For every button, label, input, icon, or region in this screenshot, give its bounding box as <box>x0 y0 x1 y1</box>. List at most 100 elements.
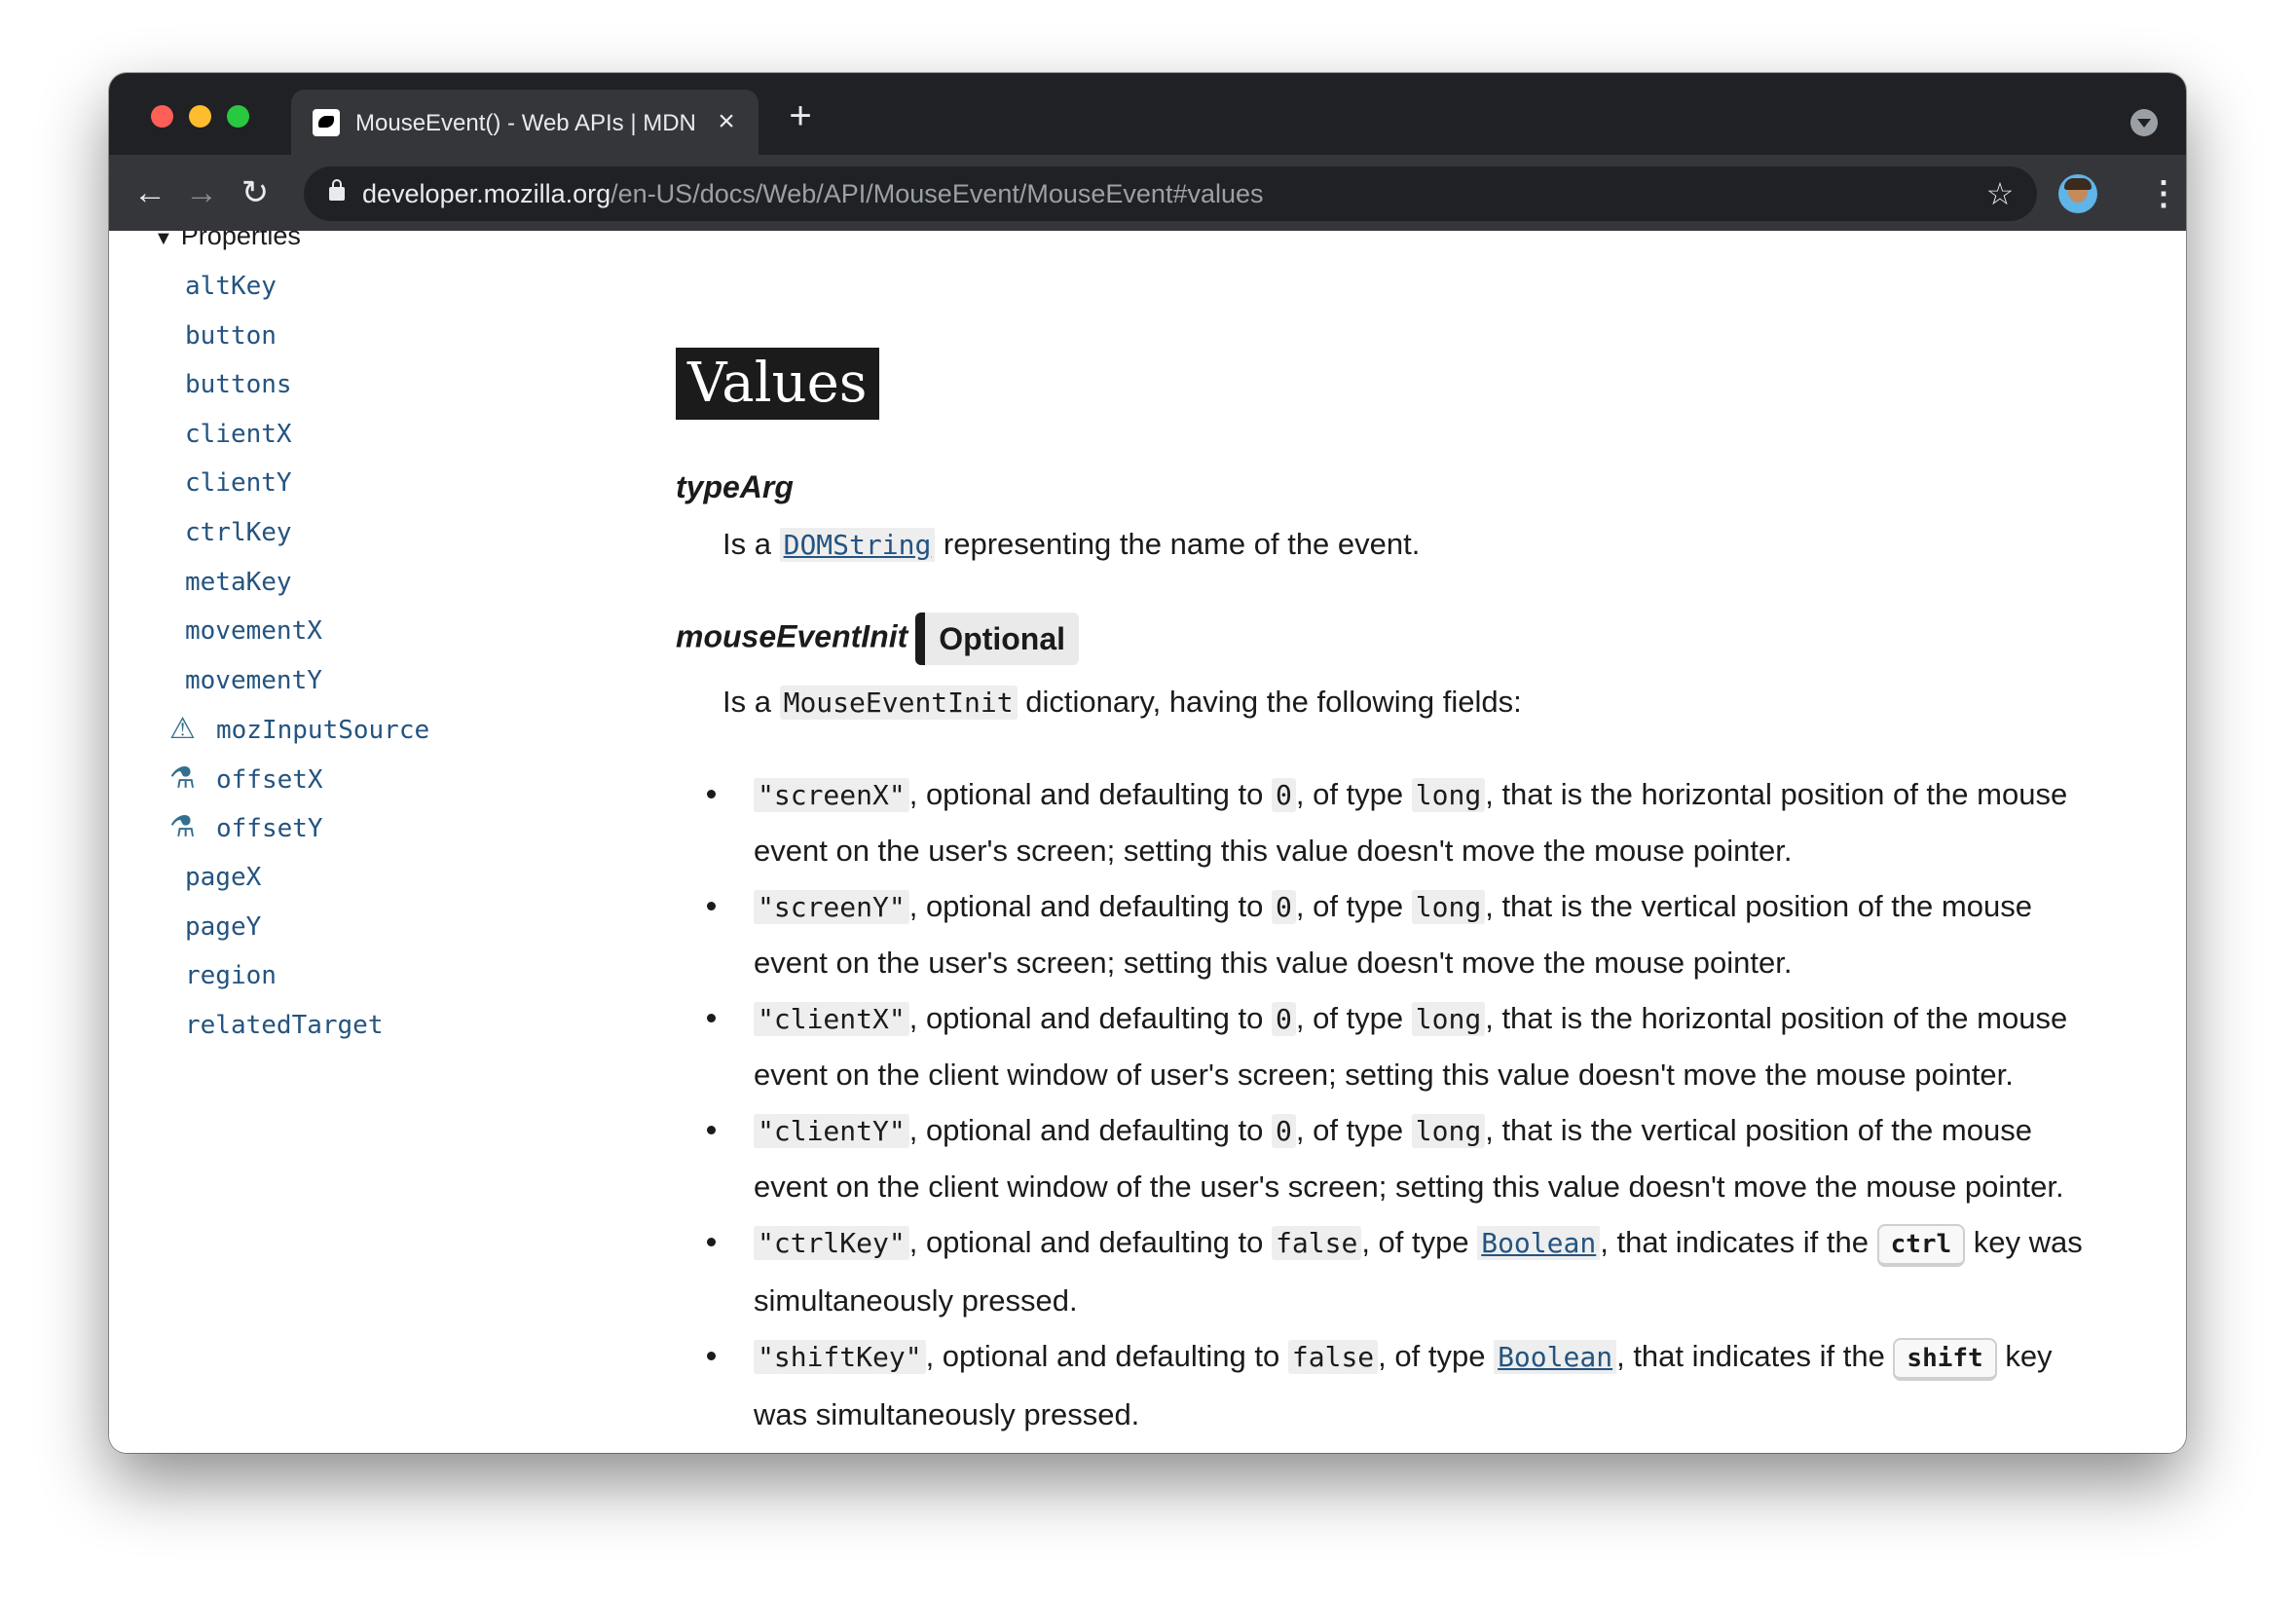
close-window-button[interactable] <box>151 105 173 128</box>
url-path: /en-US/docs/Web/API/MouseEvent/MouseEven… <box>611 179 1264 208</box>
list-item: "ctrlKey", optional and defaulting to fa… <box>707 1214 2097 1328</box>
field-text: , optional and defaulting to <box>908 1225 1273 1259</box>
field-name: "clientY" <box>754 1114 909 1148</box>
sidebar-item-offsety[interactable]: ⚗ offsetY <box>169 808 323 847</box>
address-bar[interactable]: developer.mozilla.org/en-US/docs/Web/API… <box>304 167 2037 221</box>
field-default: 0 <box>1272 890 1296 924</box>
param-term-mouseeventinit: mouseEventInit Optional <box>676 613 1080 665</box>
field-type: long <box>1411 1002 1486 1036</box>
field-type: long <box>1411 1114 1486 1148</box>
sidebar-item-label: offsetY <box>216 814 323 843</box>
sidebar-item-region[interactable]: region <box>185 956 277 995</box>
tab-search-icon[interactable] <box>2130 109 2158 136</box>
sidebar-item-pagex[interactable]: pageX <box>185 858 261 897</box>
list-item: "clientX", optional and defaulting to 0,… <box>707 990 2097 1102</box>
boolean-link[interactable]: Boolean <box>1494 1340 1617 1374</box>
field-name: "ctrlKey" <box>754 1226 909 1260</box>
field-text: , of type <box>1295 777 1412 811</box>
field-text: , of type <box>1378 1339 1495 1373</box>
list-item: "clientY", optional and defaulting to 0,… <box>707 1102 2097 1214</box>
sidebar-item-offsetx[interactable]: ⚗ offsetX <box>169 760 323 798</box>
field-default: false <box>1287 1340 1379 1374</box>
field-text: , optional and defaulting to <box>908 889 1273 923</box>
field-default: 0 <box>1272 778 1296 812</box>
browser-tab-active[interactable]: MouseEvent() - Web APIs | MDN × <box>291 90 759 155</box>
forward-arrow-icon[interactable]: → <box>180 172 223 215</box>
list-item: "screenX", optional and defaulting to 0,… <box>707 766 2097 878</box>
sidebar-heading-label: Properties <box>180 231 301 250</box>
sidebar-item-movementx[interactable]: movementX <box>185 612 322 650</box>
domstring-link[interactable]: DOMString <box>779 528 936 562</box>
boolean-link[interactable]: Boolean <box>1477 1226 1601 1260</box>
field-text: , optional and defaulting to <box>925 1339 1288 1373</box>
param-desc-typearg: Is a DOMString representing the name of … <box>722 527 1420 562</box>
sidebar-item-mozinputsource[interactable]: ⚠ mozInputSource <box>169 710 430 749</box>
desc-text: representing the name of the event. <box>935 527 1421 561</box>
page-content: ▼ Properties altKey button buttons client… <box>109 231 2186 1453</box>
field-type: long <box>1411 890 1486 924</box>
browser-window: MouseEvent() - Web APIs | MDN × + ← → ↻ … <box>109 73 2186 1453</box>
kbd-shift: shift <box>1893 1338 1997 1381</box>
field-default: 0 <box>1272 1114 1296 1148</box>
field-text: , optional and defaulting to <box>908 777 1273 811</box>
lock-icon[interactable] <box>329 179 345 201</box>
field-name: "shiftKey" <box>754 1340 926 1374</box>
field-text: , of type <box>1361 1225 1478 1259</box>
sidebar-item-clienty[interactable]: clientY <box>185 464 292 502</box>
desc-text: Is a <box>722 527 780 561</box>
new-tab-button[interactable]: + <box>781 96 820 136</box>
sidebar-item-pagey[interactable]: pageY <box>185 908 261 947</box>
list-item: "screenY", optional and defaulting to 0,… <box>707 878 2097 990</box>
profile-avatar[interactable] <box>2058 174 2097 213</box>
main-article: Values typeArg Is a DOMString representi… <box>676 231 2156 1453</box>
field-text: , of type <box>1295 1113 1412 1147</box>
param-term-label: mouseEventInit <box>676 618 908 654</box>
field-name: "screenY" <box>754 890 909 924</box>
sidebar: ▼ Properties altKey button buttons client… <box>109 231 693 1453</box>
disclosure-triangle-icon: ▼ <box>154 231 173 249</box>
kbd-ctrl: ctrl <box>1876 1224 1966 1267</box>
warning-icon: ⚠ <box>169 712 196 746</box>
sidebar-item-label: offsetX <box>216 765 323 795</box>
sidebar-item-altkey[interactable]: altKey <box>185 267 277 306</box>
sidebar-item-label: mozInputSource <box>216 716 430 745</box>
sidebar-item-clientx[interactable]: clientX <box>185 415 292 454</box>
field-type: long <box>1411 778 1486 812</box>
field-text: , of type <box>1295 1001 1412 1035</box>
sidebar-item-relatedtarget[interactable]: relatedTarget <box>185 1006 384 1045</box>
reload-icon[interactable]: ↻ <box>234 172 277 215</box>
desc-text: dictionary, having the following fields: <box>1017 685 1522 719</box>
sidebar-item-button[interactable]: button <box>185 316 277 355</box>
bookmark-star-icon[interactable]: ☆ <box>1982 176 2018 211</box>
experimental-flask-icon: ⚗ <box>169 810 196 844</box>
browser-toolbar: ← → ↻ developer.mozilla.org/en-US/docs/W… <box>109 155 2186 231</box>
optional-badge: Optional <box>915 613 1080 665</box>
sidebar-item-buttons[interactable]: buttons <box>185 365 292 404</box>
url-text[interactable]: developer.mozilla.org/en-US/docs/Web/API… <box>362 178 1264 209</box>
sidebar-section-properties[interactable]: ▼ Properties <box>154 231 301 251</box>
fields-list: "screenX", optional and defaulting to 0,… <box>707 766 2097 1442</box>
field-text: , that indicates if the <box>1600 1225 1877 1259</box>
field-name: "screenX" <box>754 778 909 812</box>
tab-close-icon[interactable]: × <box>712 107 741 136</box>
sidebar-item-metakey[interactable]: metaKey <box>185 563 292 602</box>
title-bar: MouseEvent() - Web APIs | MDN × + <box>109 73 2186 155</box>
sidebar-item-movementy[interactable]: movementY <box>185 661 322 700</box>
back-arrow-icon[interactable]: ← <box>129 172 171 215</box>
list-item: "shiftKey", optional and defaulting to f… <box>707 1328 2097 1442</box>
tab-title: MouseEvent() - Web APIs | MDN <box>355 110 696 136</box>
maximize-window-button[interactable] <box>227 105 249 128</box>
field-text: , of type <box>1295 889 1412 923</box>
field-text: , that indicates if the <box>1616 1339 1894 1373</box>
url-host: developer.mozilla.org <box>362 179 611 208</box>
minimize-window-button[interactable] <box>189 105 211 128</box>
param-desc-mouseeventinit: Is a MouseEventInit dictionary, having t… <box>722 685 1522 720</box>
field-default: false <box>1272 1226 1362 1260</box>
mdn-favicon-icon <box>313 109 340 136</box>
section-heading-values: Values <box>676 348 879 420</box>
field-name: "clientX" <box>754 1002 909 1036</box>
mouseeventinit-code: MouseEventInit <box>779 686 1018 720</box>
browser-menu-icon[interactable]: ⋮ <box>2147 172 2180 215</box>
field-default: 0 <box>1272 1002 1296 1036</box>
sidebar-item-ctrlkey[interactable]: ctrlKey <box>185 513 292 552</box>
